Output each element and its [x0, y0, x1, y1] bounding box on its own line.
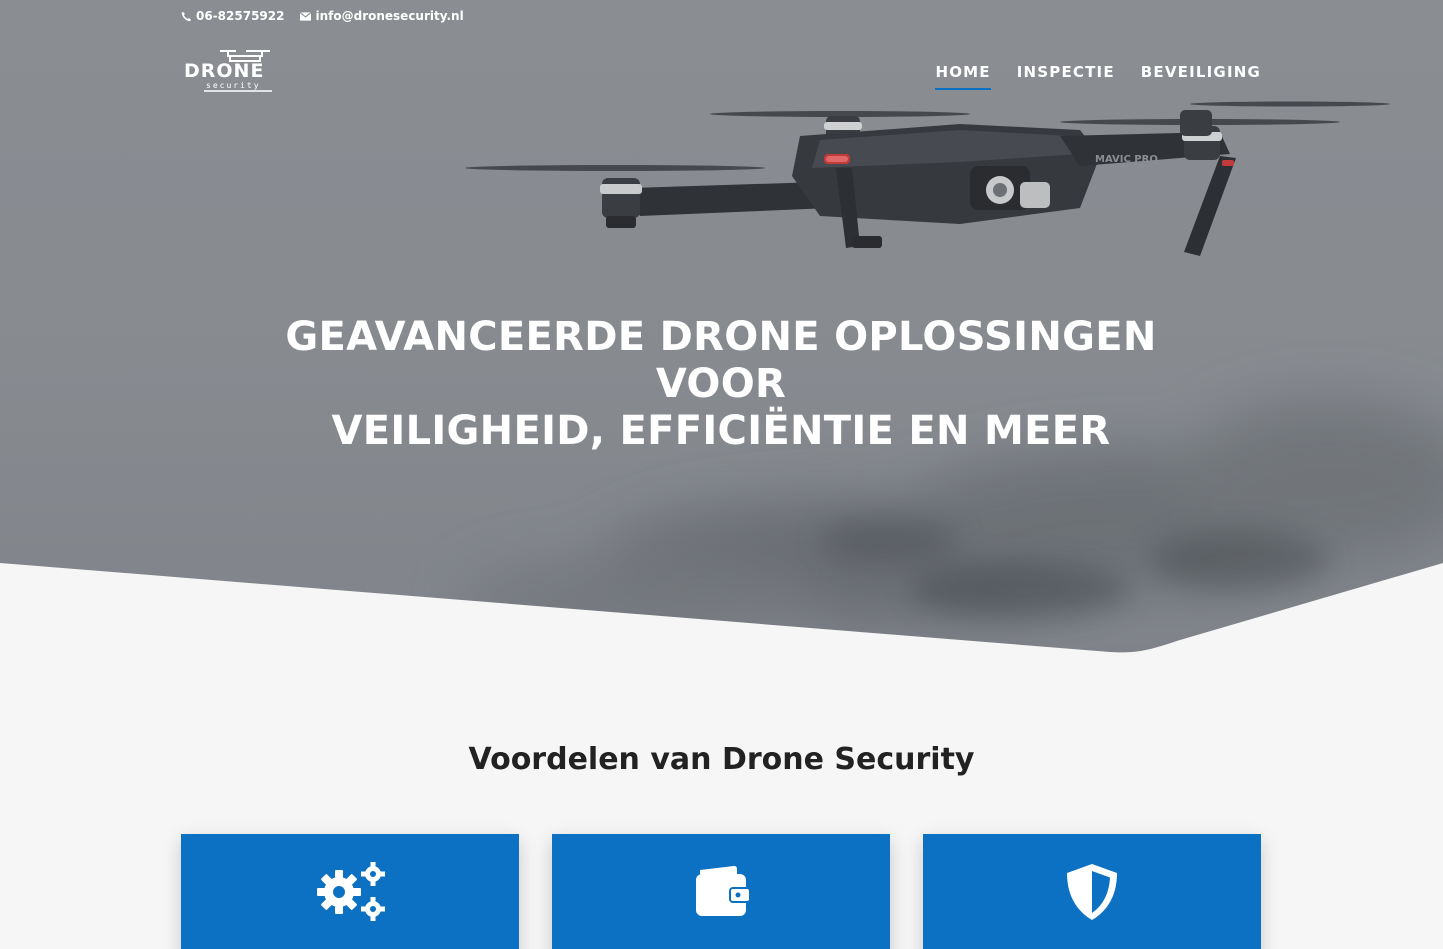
email-link[interactable]: info@dronesecurity.nl	[300, 9, 464, 23]
logo-drone-security[interactable]: DRONE security	[184, 48, 294, 92]
page: 06-82575922 info@dronesecurity.nl DRONE …	[0, 0, 1443, 949]
phone-link[interactable]: 06-82575922	[181, 9, 284, 23]
wallet-icon	[696, 866, 751, 916]
logo-subtitle: security	[206, 81, 261, 90]
main-navigation: HOME INSPECTIE BEVEILIGING	[935, 62, 1261, 90]
benefit-card-2	[552, 834, 890, 949]
email-address: info@dronesecurity.nl	[315, 9, 464, 23]
drone-image: MAVIC PRO	[465, 101, 1390, 256]
benefit-card-3	[923, 834, 1261, 949]
shield-icon	[1067, 864, 1117, 920]
benefits-cards	[181, 834, 1261, 949]
nav-item-inspectie[interactable]: INSPECTIE	[1017, 62, 1115, 90]
nav-item-beveiliging[interactable]: BEVEILIGING	[1141, 62, 1261, 90]
gears-icon	[317, 862, 385, 921]
hero-section: 06-82575922 info@dronesecurity.nl DRONE …	[0, 0, 1443, 660]
benefit-card-1	[181, 834, 519, 949]
hero-headline: GEAVANCEERDE DRONE OPLOSSINGEN VOOR VEIL…	[221, 314, 1221, 455]
hero-headline-line-1: GEAVANCEERDE DRONE OPLOSSINGEN VOOR	[285, 314, 1157, 407]
logo-wordmark: DRONE	[184, 60, 264, 82]
nav-item-home[interactable]: HOME	[935, 62, 992, 90]
benefits-title: Voordelen van Drone Security	[468, 742, 975, 777]
mail-icon	[300, 11, 312, 21]
drone-model-label: MAVIC PRO	[1095, 154, 1158, 165]
top-contact-bar: 06-82575922 info@dronesecurity.nl	[181, 7, 464, 25]
hero-headline-line-2: VEILIGHEID, EFFICIËNTIE EN MEER	[331, 408, 1111, 454]
phone-icon	[181, 11, 192, 21]
phone-number: 06-82575922	[196, 9, 285, 23]
